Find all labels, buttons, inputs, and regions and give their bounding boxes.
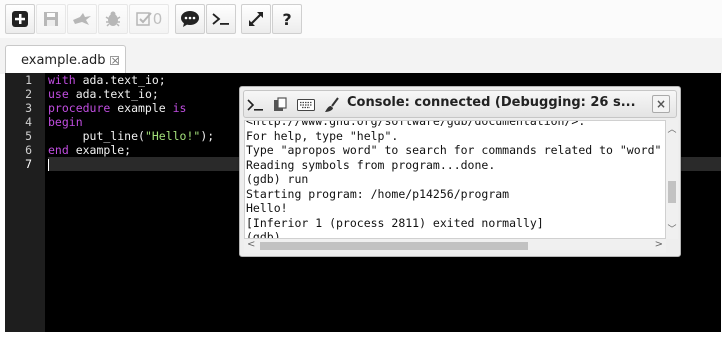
debug-button[interactable] [98,4,128,34]
console-line: <http://www.gnu.org/software/gdb/documen… [246,120,586,128]
scroll-thumb[interactable] [260,242,528,250]
line-number: 1 [25,73,32,87]
toolbar: 0 ? [0,0,722,39]
code-line: with ada.text_io; [48,73,721,87]
keyboard-icon [297,98,315,111]
new-file-button[interactable] [5,4,35,34]
code-text: ); [200,129,215,143]
expand-icon [249,12,263,26]
expand-button[interactable] [241,4,271,34]
console-line: [Inferior 1 (process 2811) exited normal… [246,215,544,230]
console-panel: Console: connected (Debugging: 26 s... ×… [239,86,681,257]
save-icon [44,12,58,26]
scroll-left-icon[interactable]: < [247,239,255,250]
tab-example-adb[interactable]: example.adb × [5,45,126,74]
code-text: example; [68,143,132,157]
keyword: is [172,101,187,115]
run-button[interactable] [67,4,97,34]
console-line: Reading symbols from program...done. [246,157,496,172]
console-toolbar: Console: connected (Debugging: 26 s... × [243,90,677,118]
run-icon [73,13,91,25]
brush-icon [325,96,339,112]
chat-icon [181,11,199,27]
debug-bug-icon [105,11,121,27]
scroll-down-icon[interactable]: ﹀ [666,222,678,235]
code-text: ada.text_io; [68,87,159,101]
line-number-gutter: 1 2 3 4 5 6 7 [5,73,45,332]
tab-close-icon[interactable]: × [109,55,120,66]
line-number: 4 [25,115,32,129]
console-line: For help, type "help". [246,128,399,143]
console-copy-button[interactable] [270,95,290,114]
console-line: (gdb) [246,230,281,239]
keyword: use [48,87,69,101]
console-output[interactable]: <http://www.gnu.org/software/gdb/documen… [244,120,666,239]
console-keyboard-button[interactable] [296,95,316,114]
help-icon: ? [282,9,292,29]
string-literal: "Hello!" [144,129,201,143]
console-line: Hello! [246,201,288,215]
console-close-icon[interactable]: × [652,95,670,113]
code-text: ada.text_io; [75,73,166,87]
code-text: put_line( [48,129,145,143]
terminal-icon [247,98,263,111]
line-number: 5 [25,129,32,143]
scroll-thumb[interactable] [668,181,676,203]
console-terminal-button[interactable] [246,95,266,114]
save-button[interactable] [36,4,66,34]
keyword: begin [48,115,83,129]
console-vertical-scrollbar[interactable]: ︿ ﹀ [666,120,678,239]
console-line: Starting program: /home/p14256/program [246,186,510,201]
console-clear-button[interactable] [322,95,342,114]
check-count: 0 [152,10,163,28]
keyword: end [48,143,69,157]
tab-label: example.adb [21,52,106,68]
console-title: Console: connected (Debugging: 26 s... [347,95,636,110]
copy-icon [274,96,287,111]
text-cursor [48,158,49,171]
line-number: 6 [25,143,32,157]
console-button[interactable] [206,4,236,34]
line-number: 2 [25,87,32,101]
chat-button[interactable] [175,4,205,34]
console-line: Type "apropos word" to search for comman… [246,143,662,157]
line-number: 7 [5,157,45,171]
tab-bar: example.adb × [0,38,722,74]
scroll-right-icon[interactable]: > [655,239,663,250]
scroll-up-icon[interactable]: ︿ [666,122,678,135]
code-text: example [110,101,173,115]
console-line: (gdb) run [246,172,309,186]
help-button[interactable]: ? [272,4,302,34]
line-number: 3 [25,101,32,115]
check-button[interactable]: 0 [129,4,169,34]
console-horizontal-scrollbar[interactable]: < > [244,239,666,253]
keyword: with [48,73,76,87]
check-icon [135,12,152,26]
keyword: procedure [48,101,111,115]
add-icon [12,11,28,27]
terminal-icon [212,13,229,25]
